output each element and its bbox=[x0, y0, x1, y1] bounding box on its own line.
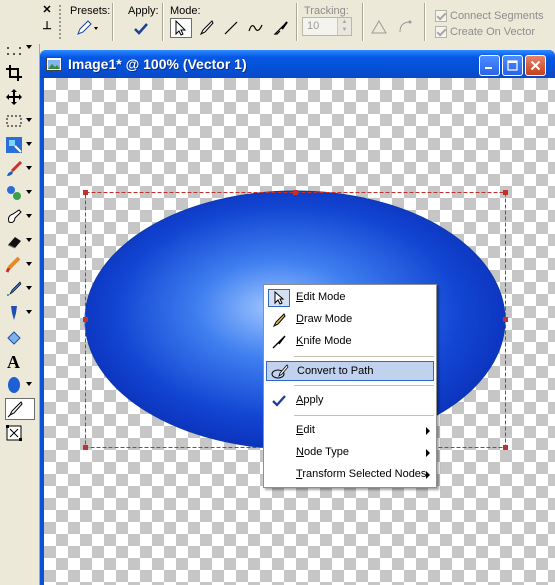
palette-controls: ✕ ⊥ bbox=[40, 2, 54, 42]
toolbar-grip[interactable] bbox=[58, 4, 62, 40]
edit-mode-icon bbox=[175, 20, 187, 36]
edit-mode-button[interactable] bbox=[170, 18, 192, 38]
menu-label: Transform Selected Nodes bbox=[296, 468, 427, 480]
create-on-vector-checkbox[interactable]: Create On Vector bbox=[435, 26, 535, 38]
submenu-arrow-icon bbox=[426, 449, 430, 457]
freehand-mode-button[interactable] bbox=[245, 18, 267, 38]
menu-item-edit-submenu[interactable]: Edit bbox=[266, 421, 434, 441]
line-icon bbox=[224, 21, 238, 35]
menu-item-knife-mode[interactable]: Knife Mode bbox=[266, 332, 434, 352]
knife-icon bbox=[273, 21, 288, 35]
toolbox: A bbox=[0, 0, 40, 585]
cursor-arrow-icon bbox=[268, 289, 290, 307]
apply-checkmark-icon bbox=[134, 23, 148, 35]
menu-item-draw-mode[interactable]: Draw Mode bbox=[266, 310, 434, 330]
pencil-icon bbox=[268, 311, 290, 329]
close-button[interactable] bbox=[525, 55, 546, 76]
crop-icon[interactable] bbox=[5, 62, 35, 84]
tracking-label: Tracking: bbox=[304, 5, 349, 17]
presets-dropdown[interactable] bbox=[72, 18, 102, 38]
menu-item-transform-selected-nodes[interactable]: Transform Selected Nodes bbox=[266, 465, 434, 485]
close-palette-icon[interactable]: ✕ bbox=[40, 2, 54, 18]
paint-brush-icon[interactable] bbox=[5, 158, 35, 180]
menu-item-apply[interactable]: Apply bbox=[266, 391, 434, 411]
submenu-arrow-icon bbox=[426, 471, 430, 479]
document-icon bbox=[46, 57, 62, 71]
retouch-icon[interactable] bbox=[5, 206, 35, 228]
picture-tube-icon[interactable] bbox=[5, 254, 35, 276]
checkbox-checked-icon bbox=[435, 10, 447, 22]
menu-separator bbox=[294, 385, 434, 386]
separator bbox=[296, 3, 298, 41]
presets-label: Presets: bbox=[70, 5, 111, 17]
pin-palette-icon[interactable]: ⊥ bbox=[40, 18, 54, 34]
menu-label: Apply bbox=[296, 394, 324, 406]
maximize-icon bbox=[507, 60, 518, 71]
checkmark-icon bbox=[268, 392, 290, 410]
selection-icon[interactable] bbox=[5, 110, 35, 132]
menu-label: Draw Mode bbox=[296, 313, 353, 325]
menu-item-convert-to-path[interactable]: Convert to Path bbox=[266, 361, 434, 381]
object-selector-icon[interactable] bbox=[5, 422, 35, 444]
create-on-vector-label: Create On Vector bbox=[450, 26, 535, 38]
tracking-spinner[interactable]: ▲ ▼ bbox=[337, 18, 351, 35]
triangle-outline-icon bbox=[371, 20, 387, 34]
separator bbox=[162, 3, 164, 41]
checkbox-checked-icon bbox=[435, 26, 447, 38]
draw-mode-icon bbox=[199, 20, 214, 36]
apply-button[interactable] bbox=[130, 19, 152, 39]
tool-options-bar: ✕ ⊥ Presets: Apply: Mode: Tracking: 10 ▲… bbox=[0, 0, 555, 44]
maximize-button[interactable] bbox=[502, 55, 523, 76]
close-path-button[interactable] bbox=[394, 17, 416, 37]
menu-label: Convert to Path bbox=[297, 365, 374, 377]
menu-label: Edit Mode bbox=[296, 291, 346, 303]
draw-mode-button[interactable] bbox=[195, 18, 217, 38]
clone-brush-icon[interactable] bbox=[5, 182, 35, 204]
separator bbox=[112, 3, 114, 41]
knife-icon bbox=[268, 333, 290, 351]
menu-label: Edit bbox=[296, 424, 315, 436]
eraser-icon[interactable] bbox=[5, 230, 35, 252]
pen-tool-icon[interactable] bbox=[5, 398, 35, 420]
flood-fill-icon[interactable] bbox=[5, 302, 35, 324]
presets-pen-icon bbox=[77, 20, 98, 35]
menu-item-node-type[interactable]: Node Type bbox=[266, 443, 434, 463]
knife-mode-button[interactable] bbox=[270, 18, 292, 38]
connect-segments-label: Connect Segments bbox=[450, 10, 544, 22]
minimize-button[interactable] bbox=[479, 55, 500, 76]
menu-label: Knife Mode bbox=[296, 335, 352, 347]
menu-label: Node Type bbox=[296, 446, 350, 458]
fill-bucket-icon[interactable] bbox=[5, 326, 35, 348]
line-mode-button[interactable] bbox=[220, 18, 242, 38]
tracking-spinbox[interactable]: 10 ▲ ▼ bbox=[302, 17, 352, 36]
move-icon[interactable] bbox=[5, 86, 35, 108]
minimize-icon bbox=[485, 67, 492, 69]
join-nodes-button[interactable] bbox=[368, 17, 390, 37]
freehand-icon bbox=[248, 24, 263, 32]
svg-text:A: A bbox=[7, 352, 20, 370]
mode-label: Mode: bbox=[170, 5, 201, 17]
curve-node-icon bbox=[399, 20, 412, 33]
connect-segments-checkbox[interactable]: Connect Segments bbox=[435, 10, 544, 22]
convert-to-path-icon bbox=[269, 363, 291, 381]
separator bbox=[424, 3, 426, 41]
menu-separator bbox=[294, 356, 434, 357]
context-menu: Edit Mode Draw Mode Knife Mode Convert t… bbox=[263, 284, 437, 488]
menu-separator bbox=[294, 415, 434, 416]
apply-label: Apply: bbox=[128, 5, 159, 17]
airbrush-icon[interactable] bbox=[5, 278, 35, 300]
ellipse-shape-icon[interactable] bbox=[5, 374, 35, 396]
separator bbox=[362, 3, 364, 41]
submenu-arrow-icon bbox=[426, 427, 430, 435]
menu-item-edit-mode[interactable]: Edit Mode bbox=[266, 288, 434, 308]
document-title: Image1* @ 100% (Vector 1) bbox=[68, 56, 247, 72]
text-icon[interactable]: A bbox=[5, 350, 35, 372]
document-titlebar[interactable]: Image1* @ 100% (Vector 1) bbox=[40, 50, 555, 78]
close-icon bbox=[530, 60, 541, 71]
tracking-value: 10 bbox=[307, 20, 320, 32]
dropper-icon[interactable] bbox=[5, 134, 35, 156]
